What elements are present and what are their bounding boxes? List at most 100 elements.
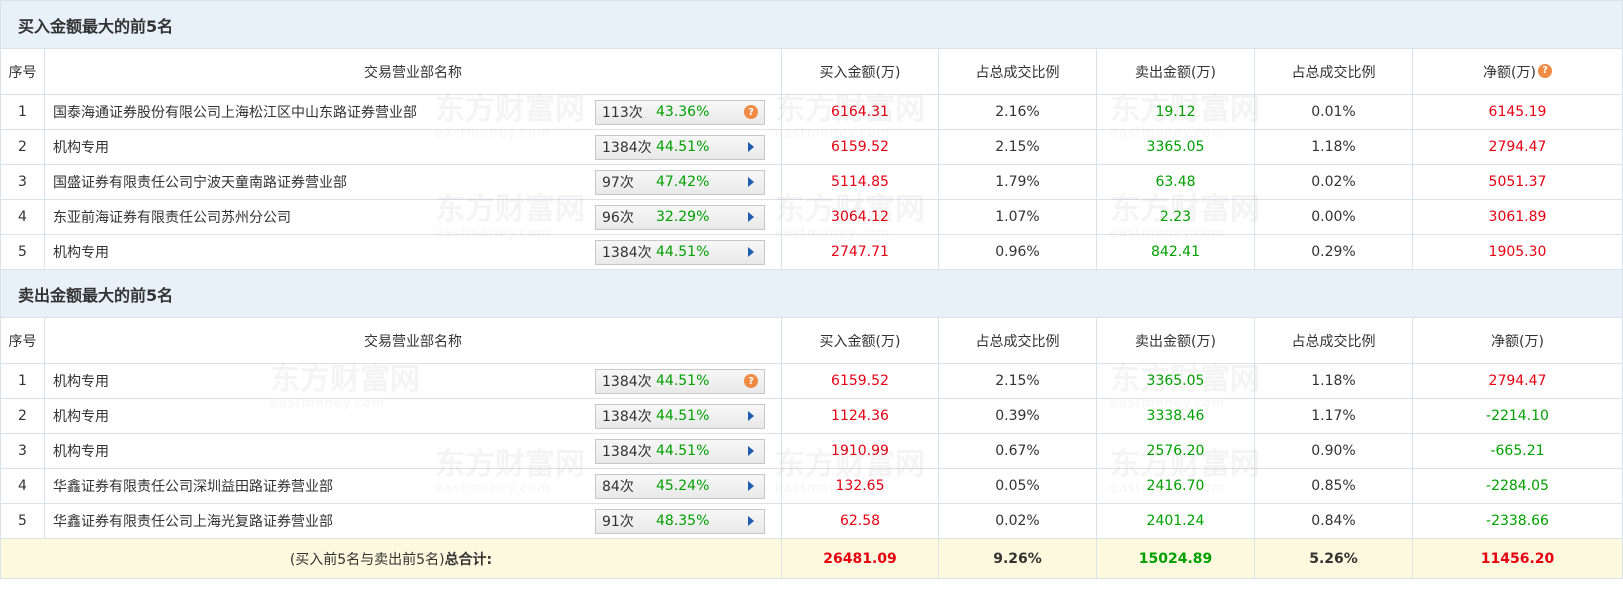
buy-amount: 6159.52 (781, 129, 939, 165)
play-triangle-icon[interactable] (748, 212, 754, 222)
col-header-net: 净额(万) (1412, 317, 1623, 364)
dept-name-link[interactable]: 国泰海通证券股份有限公司上海松江区中山东路证券营业部 (53, 102, 417, 122)
dept-name-link[interactable]: 华鑫证券有限责任公司深圳益田路证券营业部 (53, 476, 333, 496)
table-row: 2 机构专用 1384次 44.51% 6159.52 2.15% 3365.05… (0, 129, 1623, 165)
buy-ratio: 1.79% (938, 164, 1097, 200)
lhb-page: 东方财富网eastmoney.com 东方财富网eastmoney.com 东方… (0, 0, 1623, 595)
listing-count: 91次 (602, 514, 634, 530)
question-mark-icon[interactable]: ? (1537, 63, 1552, 78)
listing-count: 1384次 (602, 245, 652, 261)
col-header-buy-pct: 占总成交比例 (938, 48, 1097, 95)
play-triangle-icon[interactable] (748, 481, 754, 491)
table-row: 3 机构专用 1384次 44.51% 1910.99 0.67% 2576.20… (0, 433, 1623, 469)
win-rate: 44.51% (656, 408, 710, 424)
table-row: 5 机构专用 1384次 44.51% 2747.71 0.96% 842.41 … (0, 234, 1623, 270)
dept-name-link[interactable]: 国盛证券有限责任公司宁波天童南路证券营业部 (53, 172, 347, 192)
sell-section-title: 卖出金额最大的前5名 (0, 269, 1623, 318)
dept-stats-badge[interactable]: 97次 47.42% (595, 169, 765, 195)
sell-header-row: 序号 交易营业部名称 买入金额(万) 占总成交比例 卖出金额(万) 占总成交比例… (0, 317, 1623, 364)
row-index: 4 (0, 199, 45, 235)
dept-stats-badge[interactable]: 1384次 44.51% (595, 438, 765, 464)
buy-header-row: 序号 交易营业部名称 买入金额(万) 占总成交比例 卖出金额(万) 占总成交比例… (0, 48, 1623, 95)
net-amount: 1905.30 (1412, 234, 1623, 270)
table-row: 5 华鑫证券有限责任公司上海光复路证券营业部 91次 48.35% 62.58 0… (0, 503, 1623, 539)
win-rate: 48.35% (656, 513, 710, 529)
dept-stats-badge[interactable]: 91次 48.35% (595, 508, 765, 534)
listing-count: 96次 (602, 210, 634, 226)
play-triangle-icon[interactable] (748, 446, 754, 456)
listing-count: 84次 (602, 479, 634, 495)
net-amount: -665.21 (1412, 433, 1623, 469)
listing-count: 1384次 (602, 444, 652, 460)
buy-amount: 132.65 (781, 468, 939, 504)
win-rate: 47.42% (656, 174, 710, 190)
col-header-buy: 买入金额(万) (781, 48, 939, 95)
sell-ratio: 1.18% (1254, 363, 1413, 399)
total-buy: 26481.09 (781, 538, 939, 579)
win-rate: 44.51% (656, 443, 710, 459)
table-row: 2 机构专用 1384次 44.51% 1124.36 0.39% 3338.46… (0, 398, 1623, 434)
total-sell-ratio: 5.26% (1254, 538, 1413, 579)
sell-ratio: 0.90% (1254, 433, 1413, 469)
col-header-buy: 买入金额(万) (781, 317, 939, 364)
col-header-index: 序号 (0, 317, 45, 364)
sell-amount: 842.41 (1096, 234, 1255, 270)
row-index: 2 (0, 129, 45, 165)
sell-ratio: 0.00% (1254, 199, 1413, 235)
sell-amount: 63.48 (1096, 164, 1255, 200)
buy-amount: 1910.99 (781, 433, 939, 469)
net-amount: 5051.37 (1412, 164, 1623, 200)
play-triangle-icon[interactable] (748, 142, 754, 152)
question-mark-icon[interactable]: ? (744, 374, 758, 388)
table-row: 1 机构专用 1384次 44.51%? 6159.52 2.15% 3365.0… (0, 363, 1623, 399)
buy-ratio: 1.07% (938, 199, 1097, 235)
buy-ratio: 2.15% (938, 363, 1097, 399)
sell-ratio: 0.02% (1254, 164, 1413, 200)
total-buy-ratio: 9.26% (938, 538, 1097, 579)
col-header-index: 序号 (0, 48, 45, 95)
sell-amount: 2401.24 (1096, 503, 1255, 539)
net-amount: 3061.89 (1412, 199, 1623, 235)
dept-stats-badge[interactable]: 1384次 44.51%? (595, 368, 765, 394)
row-index: 1 (0, 363, 45, 399)
dept-name-link[interactable]: 华鑫证券有限责任公司上海光复路证券营业部 (53, 511, 333, 531)
dept-name-link[interactable]: 机构专用 (53, 406, 109, 426)
buy-amount: 62.58 (781, 503, 939, 539)
win-rate: 44.51% (656, 139, 710, 155)
buy-ratio: 0.02% (938, 503, 1097, 539)
buy-ratio: 0.96% (938, 234, 1097, 270)
table-row: 4 东亚前海证券有限责任公司苏州分公司 96次 32.29% 3064.12 1.… (0, 199, 1623, 235)
net-amount: -2338.66 (1412, 503, 1623, 539)
win-rate: 32.29% (656, 209, 710, 225)
dept-stats-badge[interactable]: 84次 45.24% (595, 473, 765, 499)
play-triangle-icon[interactable] (748, 177, 754, 187)
dept-stats-badge[interactable]: 1384次 44.51% (595, 403, 765, 429)
play-triangle-icon[interactable] (748, 516, 754, 526)
buy-ratio: 0.39% (938, 398, 1097, 434)
sell-ratio: 0.84% (1254, 503, 1413, 539)
net-amount: 2794.47 (1412, 129, 1623, 165)
dept-name-link[interactable]: 机构专用 (53, 441, 109, 461)
buy-amount: 5114.85 (781, 164, 939, 200)
play-triangle-icon[interactable] (748, 247, 754, 257)
listing-count: 113次 (602, 105, 643, 121)
total-label: (买入前5名与卖出前5名)总合计: (0, 538, 782, 579)
dept-name-link[interactable]: 机构专用 (53, 371, 109, 391)
win-rate: 45.24% (656, 478, 710, 494)
dept-stats-badge[interactable]: 1384次 44.51% (595, 134, 765, 160)
sell-ratio: 0.85% (1254, 468, 1413, 504)
question-mark-icon[interactable]: ? (744, 105, 758, 119)
dept-stats-badge[interactable]: 113次 43.36%? (595, 99, 765, 125)
sell-ratio: 0.01% (1254, 94, 1413, 130)
dept-name-link[interactable]: 机构专用 (53, 242, 109, 262)
dept-name-link[interactable]: 机构专用 (53, 137, 109, 157)
col-header-dept: 交易营业部名称 (44, 317, 782, 364)
play-triangle-icon[interactable] (748, 411, 754, 421)
listing-count: 1384次 (602, 140, 652, 156)
sell-amount: 2416.70 (1096, 468, 1255, 504)
dept-name-link[interactable]: 东亚前海证券有限责任公司苏州分公司 (53, 207, 291, 227)
dept-stats-badge[interactable]: 1384次 44.51% (595, 239, 765, 265)
win-rate: 43.36% (656, 104, 710, 120)
dept-stats-badge[interactable]: 96次 32.29% (595, 204, 765, 230)
buy-amount: 1124.36 (781, 398, 939, 434)
